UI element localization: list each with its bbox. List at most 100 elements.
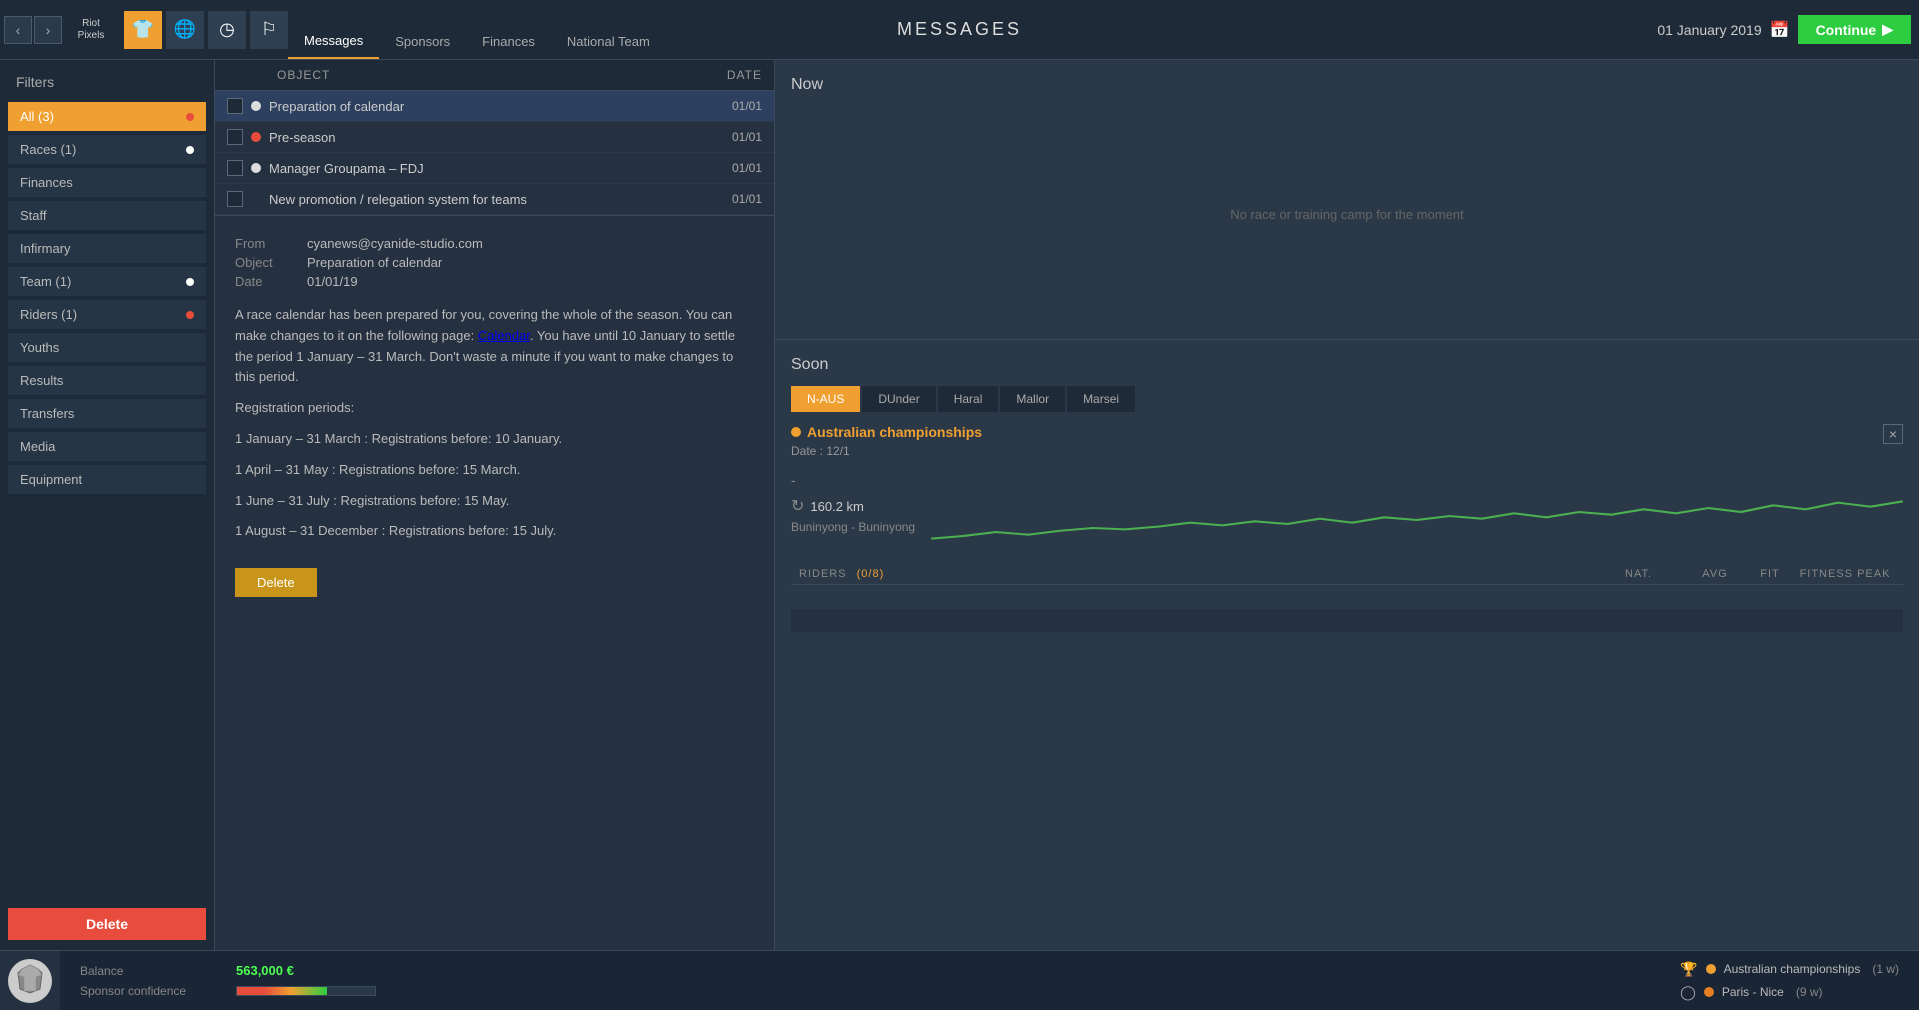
- message-row[interactable]: Pre-season 01/01: [215, 122, 774, 153]
- msg-subject: New promotion / relegation system for te…: [269, 192, 702, 207]
- calendar-link[interactable]: Calendar: [478, 328, 530, 343]
- race-tab-mallor[interactable]: Mallor: [1000, 386, 1065, 412]
- balance-row: Balance 563,000 €: [80, 963, 376, 978]
- race-distance: ↻ 160.2 km: [791, 496, 915, 516]
- riders-col-avg: AVG: [1685, 568, 1745, 580]
- detail-period-1: 1 January – 31 March : Registrations bef…: [235, 429, 754, 450]
- race-tabs: N-AUS DUnder Haral Mallor Marsei: [791, 386, 1903, 412]
- jersey-icon[interactable]: 👕: [124, 11, 162, 49]
- filter-youths[interactable]: Youths: [8, 333, 206, 362]
- nav-forward[interactable]: ›: [34, 16, 62, 44]
- map-icon[interactable]: ⚐: [250, 11, 288, 49]
- riders-table: RIDERS (0/8) NAT. AVG FIT FITNESS PEAK: [791, 564, 1903, 657]
- race-item-dot-2: [1704, 987, 1714, 997]
- bottom-bar: Balance 563,000 € Sponsor confidence 🏆 A…: [0, 950, 1919, 1010]
- race-separator: -: [791, 472, 915, 488]
- confidence-row: Sponsor confidence: [80, 984, 376, 998]
- icon-buttons: 👕 🌐 ◷ ⚐: [124, 11, 288, 49]
- sidebar-delete-button[interactable]: Delete: [8, 908, 206, 940]
- detail-from-row: From cyanews@cyanide-studio.com: [235, 236, 754, 251]
- filter-results[interactable]: Results: [8, 366, 206, 395]
- date-label: Date: [235, 274, 295, 289]
- filter-media[interactable]: Media: [8, 432, 206, 461]
- race-tab-marsei[interactable]: Marsei: [1067, 386, 1135, 412]
- tab-sponsors[interactable]: Sponsors: [379, 23, 466, 59]
- filter-staff[interactable]: Staff: [8, 201, 206, 230]
- filter-finances[interactable]: Finances: [8, 168, 206, 197]
- detail-body: A race calendar has been prepared for yo…: [235, 305, 754, 542]
- race-close-button[interactable]: ×: [1883, 424, 1903, 444]
- nav-back[interactable]: ‹: [4, 16, 32, 44]
- filter-team[interactable]: Team (1): [8, 267, 206, 296]
- filter-all[interactable]: All (3): [8, 102, 206, 131]
- msg-checkbox[interactable]: [227, 129, 243, 145]
- race-content: Australian championships Date : 12/1 × -…: [791, 424, 1903, 934]
- message-row[interactable]: New promotion / relegation system for te…: [215, 184, 774, 215]
- team-logo-inner: [8, 959, 52, 1003]
- top-right-controls: 01 January 2019 📅 Continue ▶: [1657, 15, 1919, 44]
- filter-riders[interactable]: Riders (1): [8, 300, 206, 329]
- filters-title: Filters: [8, 70, 206, 98]
- race-date: Date : 12/1: [791, 444, 982, 458]
- clock-icon[interactable]: ◷: [208, 11, 246, 49]
- filter-transfers[interactable]: Transfers: [8, 399, 206, 428]
- rider-row-empty-2: [791, 609, 1903, 633]
- right-panel: Now No race or training camp for the mom…: [775, 60, 1919, 950]
- detail-date-row: Date 01/01/19: [235, 274, 754, 289]
- race-elevation-chart: [931, 472, 1903, 552]
- messages-header: OBJECT DATE: [215, 60, 774, 91]
- from-value: cyanews@cyanide-studio.com: [307, 236, 483, 251]
- race-item-2: ◯ Paris - Nice (9 w): [1680, 984, 1899, 1001]
- logo: RiotPixels: [66, 5, 116, 55]
- tab-messages[interactable]: Messages: [288, 23, 379, 59]
- tab-national-team[interactable]: National Team: [551, 23, 666, 59]
- msg-checkbox[interactable]: [227, 191, 243, 207]
- tab-finances[interactable]: Finances: [466, 23, 551, 59]
- team-logo: [0, 951, 60, 1010]
- race-name: Australian championships: [791, 424, 982, 440]
- soon-section: Soon N-AUS DUnder Haral Mallor Marsei Au…: [775, 340, 1919, 950]
- detail-period-4: 1 August – 31 December : Registrations b…: [235, 521, 754, 542]
- msg-checkbox[interactable]: [227, 160, 243, 176]
- nav-arrows: ‹ ›: [4, 16, 62, 44]
- riders-col-name: RIDERS (0/8): [799, 568, 1625, 580]
- msg-checkbox[interactable]: [227, 98, 243, 114]
- message-row[interactable]: Preparation of calendar 01/01: [215, 91, 774, 122]
- filter-races[interactable]: Races (1): [8, 135, 206, 164]
- calendar-icon[interactable]: 📅: [1770, 20, 1790, 40]
- msg-subject: Preparation of calendar: [269, 99, 702, 114]
- message-row[interactable]: Manager Groupama – FDJ 01/01: [215, 153, 774, 184]
- sidebar: Filters All (3) Races (1) Finances Staff…: [0, 60, 215, 950]
- msg-date: 01/01: [702, 161, 762, 175]
- detail-period-2: 1 April – 31 May : Registrations before:…: [235, 460, 754, 481]
- soon-title: Soon: [791, 356, 1903, 374]
- race-item-1: 🏆 Australian championships (1 w): [1680, 961, 1899, 978]
- globe-icon[interactable]: 🌐: [166, 11, 204, 49]
- messages-panel: OBJECT DATE Preparation of calendar 01/0…: [215, 60, 775, 950]
- trophy-icon: 🏆: [1680, 961, 1697, 978]
- filter-equipment[interactable]: Equipment: [8, 465, 206, 494]
- filter-races-dot: [186, 146, 194, 154]
- detail-para1: A race calendar has been prepared for yo…: [235, 305, 754, 388]
- riders-table-header: RIDERS (0/8) NAT. AVG FIT FITNESS PEAK: [791, 564, 1903, 585]
- race-tab-haral[interactable]: Haral: [938, 386, 999, 412]
- msg-date: 01/01: [702, 99, 762, 113]
- detail-delete-button[interactable]: Delete: [235, 568, 317, 597]
- race-dot: [791, 427, 801, 437]
- continue-button[interactable]: Continue ▶: [1798, 15, 1911, 44]
- msg-dot: [251, 132, 261, 142]
- top-nav-tabs: Messages Sponsors Finances National Team: [288, 0, 666, 59]
- balance-label: Balance: [80, 964, 220, 978]
- msg-subject: Manager Groupama – FDJ: [269, 161, 702, 176]
- race-route: Buninyong - Buninyong: [791, 520, 915, 534]
- detail-fields: From cyanews@cyanide-studio.com Object P…: [235, 236, 754, 289]
- race-tab-n-aus[interactable]: N-AUS: [791, 386, 860, 412]
- filter-infirmary[interactable]: Infirmary: [8, 234, 206, 263]
- detail-reg-label: Registration periods:: [235, 398, 754, 419]
- rider-row-empty-3: [791, 633, 1903, 657]
- confidence-label: Sponsor confidence: [80, 984, 220, 998]
- races-section: 🏆 Australian championships (1 w) ◯ Paris…: [1680, 961, 1919, 1001]
- distance-icon: ↻: [791, 496, 804, 516]
- race-tab-dunder[interactable]: DUnder: [862, 386, 935, 412]
- race-distance-row: - ↻ 160.2 km Buninyong - Buninyong: [791, 472, 1903, 552]
